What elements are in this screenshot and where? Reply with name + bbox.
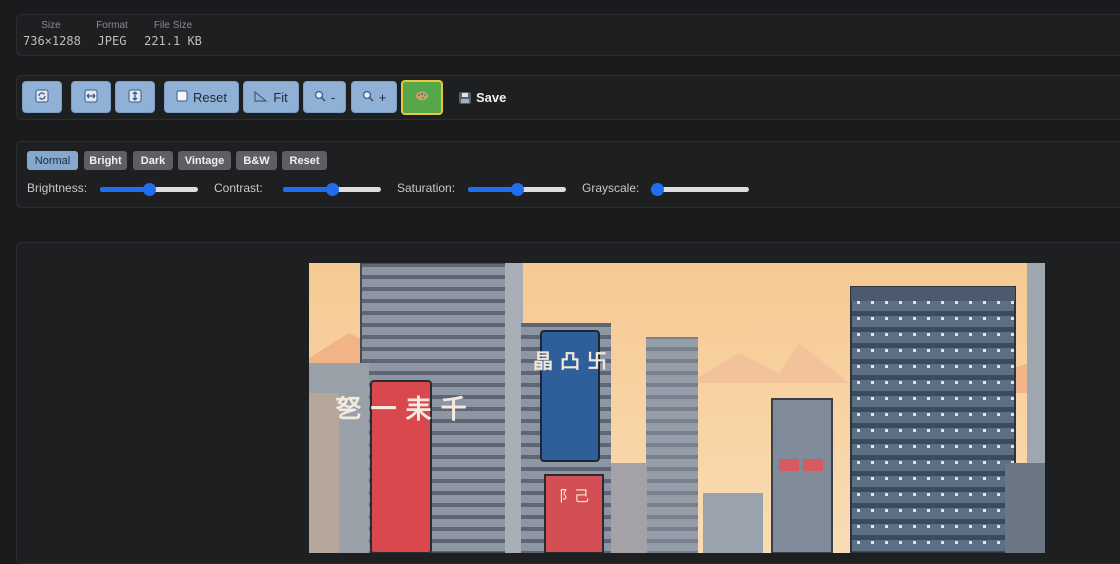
triangular-ruler-icon [254,90,268,105]
magnifier-icon [362,90,374,105]
size-info: Size 736×1288 [23,19,81,49]
grayscale-slider[interactable] [651,183,749,196]
save-button[interactable]: Save [459,90,506,105]
fit-button[interactable]: Fit [243,81,299,113]
filesize-value: 221.1 KB [144,34,202,48]
rotate-icon [35,89,49,106]
reset-view-button[interactable]: Reset [164,81,239,113]
slider-thumb[interactable] [143,183,156,196]
size-value: 736×1288 [23,34,81,48]
format-info: Format JPEG [93,19,131,49]
preset-reset-button[interactable]: Reset [282,151,327,170]
grayscale-label: Grayscale: [582,181,640,195]
floppy-disk-icon [459,91,471,104]
saturation-label: Saturation: [397,181,456,195]
zoom-in-label: + [378,89,387,105]
preset-bw-button[interactable]: B&W [236,151,277,170]
slider-fill [283,187,332,192]
size-label: Size [41,20,61,31]
palette-icon [415,90,429,105]
fit-label: Fit [273,89,288,105]
preset-normal-button[interactable]: Normal [27,151,78,170]
rotate-button[interactable] [22,81,62,113]
slider-thumb[interactable] [326,183,339,196]
format-value: JPEG [97,34,127,48]
sign-blue-text: 晶 凸 卐 [533,349,607,373]
contrast-slider[interactable] [283,183,381,196]
zoom-out-button[interactable]: - [303,81,346,113]
slider-fill [100,187,149,192]
format-label: Format [96,20,128,31]
slider-thumb[interactable] [651,183,664,196]
saturation-slider[interactable] [468,183,566,196]
reset-view-label: Reset [193,89,227,105]
preset-dark-button[interactable]: Dark [133,151,173,170]
brightness-slider[interactable] [100,183,198,196]
contrast-label: Contrast: [214,181,263,195]
flip-horizontal-button[interactable] [71,81,111,113]
color-adjust-button[interactable] [401,80,443,115]
filesize-label: File Size [153,20,193,31]
filesize-info: File Size 221.1 KB [143,19,203,49]
image-toolbar: Reset Fit - + Save [16,75,1120,120]
magnifier-icon [314,90,326,105]
save-label: Save [476,90,507,105]
image-info-bar: Size 736×1288 Format JPEG File Size 221.… [16,14,1120,56]
city-artwork-image: 㐐 一 耒 千 晶 凸 卐 阝己 [309,263,1045,553]
zoom-in-button[interactable]: + [351,81,397,113]
flip-vertical-button[interactable] [115,81,155,113]
preset-vintage-button[interactable]: Vintage [178,151,231,170]
brightness-label: Brightness: [27,181,88,195]
filter-panel: Normal Bright Dark Vintage B&W Reset Bri… [16,141,1120,208]
preset-bright-button[interactable]: Bright [84,151,127,170]
slider-fill [468,187,517,192]
slider-thumb[interactable] [511,183,524,196]
sign-left-text: 㐐 一 耒 千 [335,395,466,425]
flip-vertical-icon [128,89,142,106]
stop-square-icon [176,90,188,105]
sign-small-text: 阝己 [559,487,589,505]
zoom-out-label: - [330,89,336,105]
flip-horizontal-icon [84,89,98,106]
